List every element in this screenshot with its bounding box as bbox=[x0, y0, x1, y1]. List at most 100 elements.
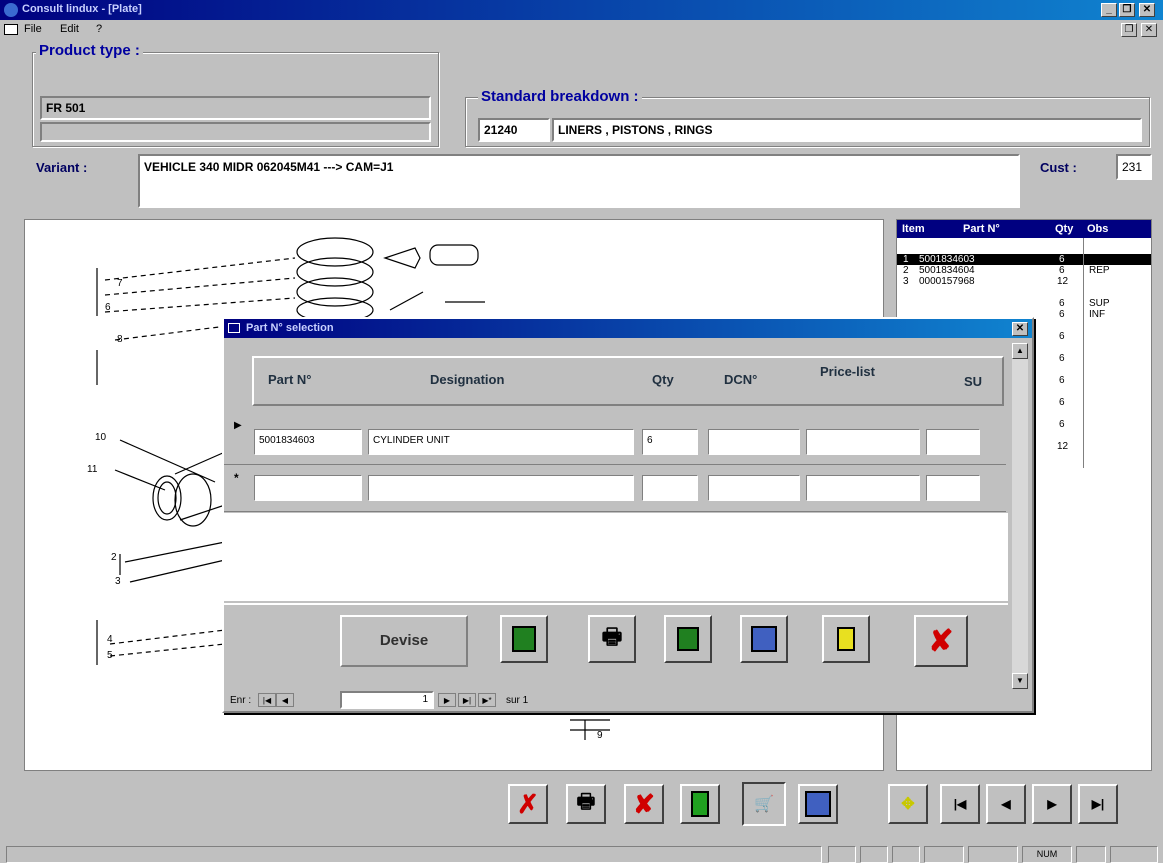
row-divider bbox=[224, 511, 1006, 512]
exit-button[interactable] bbox=[680, 784, 720, 824]
prev-button[interactable]: ◀ bbox=[986, 784, 1026, 824]
parts-header-obs[interactable]: Obs bbox=[1087, 220, 1108, 238]
transfer-button[interactable] bbox=[740, 615, 788, 663]
status-cell-7 bbox=[1076, 846, 1106, 863]
new-row-price[interactable] bbox=[806, 475, 920, 501]
cart-button[interactable]: 🛒 bbox=[742, 782, 786, 826]
current-row-indicator: ▶ bbox=[234, 420, 242, 431]
printer-icon: 🖶 bbox=[601, 624, 623, 649]
cancel-button[interactable]: ✘ bbox=[914, 615, 968, 667]
callout-9: 9 bbox=[597, 730, 603, 741]
row1-price[interactable] bbox=[806, 429, 920, 455]
app-icon[interactable] bbox=[4, 3, 18, 17]
status-cell-5 bbox=[968, 846, 1018, 863]
cancel-plate-button[interactable]: ✘ bbox=[624, 784, 664, 824]
restore-button[interactable]: ❐ bbox=[1119, 3, 1135, 17]
cross-icon: ✗ bbox=[517, 788, 539, 819]
nav-record-field[interactable]: 1 bbox=[340, 691, 434, 709]
devise-button[interactable]: Devise bbox=[340, 615, 468, 667]
zoom-button[interactable]: ✥ bbox=[888, 784, 928, 824]
nav-first-button[interactable]: |◀ bbox=[258, 693, 276, 707]
last-button[interactable]: ▶| bbox=[1078, 784, 1118, 824]
status-main bbox=[6, 846, 822, 863]
col-header-designation[interactable]: Designation bbox=[430, 372, 504, 387]
col-header-price[interactable]: Price-list bbox=[820, 364, 875, 379]
col-header-part[interactable]: Part N° bbox=[268, 372, 312, 387]
new-row-part[interactable] bbox=[254, 475, 362, 501]
transfer-plate-button[interactable] bbox=[798, 784, 838, 824]
parts-header-qty[interactable]: Qty bbox=[1055, 220, 1073, 238]
mdi-icon[interactable] bbox=[4, 24, 18, 35]
cust-field: 231 bbox=[1116, 154, 1152, 180]
child-close-button[interactable]: ✕ bbox=[1141, 23, 1157, 37]
row1-qty[interactable]: 6 bbox=[642, 429, 698, 455]
variant-label: Variant : bbox=[36, 160, 88, 175]
col-header-su[interactable]: SU bbox=[964, 374, 982, 389]
parts-list-header: Item Part N° Qty Obs bbox=[897, 220, 1151, 238]
trash-icon bbox=[837, 627, 855, 651]
first-button[interactable]: |◀ bbox=[940, 784, 980, 824]
row1-dcn[interactable] bbox=[708, 429, 800, 455]
dialog-title-bar: Part N° selection ✕ bbox=[224, 319, 1032, 338]
save-button[interactable] bbox=[500, 615, 548, 663]
last-icon: ▶| bbox=[1091, 797, 1105, 811]
status-cell-3 bbox=[892, 846, 920, 863]
dialog-vertical-scrollbar[interactable]: ▲ ▼ bbox=[1012, 343, 1028, 689]
prev-icon: ◀ bbox=[1001, 797, 1011, 811]
exit-door-icon bbox=[691, 791, 709, 817]
row1-su[interactable] bbox=[926, 429, 980, 455]
menu-file[interactable]: File bbox=[24, 23, 42, 35]
status-num: NUM bbox=[1022, 846, 1072, 863]
child-restore-button[interactable]: ❐ bbox=[1121, 23, 1137, 37]
row-divider bbox=[224, 464, 1006, 465]
new-row-dcn[interactable] bbox=[708, 475, 800, 501]
status-cell-2 bbox=[860, 846, 888, 863]
callout-8: 8 bbox=[117, 334, 123, 345]
callout-11: 11 bbox=[87, 464, 98, 475]
product-type-label: Product type : bbox=[36, 42, 143, 59]
clear-button[interactable]: ✗ bbox=[508, 784, 548, 824]
callout-4: 4 bbox=[107, 634, 113, 645]
delete-button[interactable] bbox=[822, 615, 870, 663]
standard-breakdown-label: Standard breakdown : bbox=[478, 88, 642, 105]
red-x-icon: ✘ bbox=[633, 788, 655, 819]
scroll-up-button[interactable]: ▲ bbox=[1012, 343, 1028, 359]
parts-header-part[interactable]: Part N° bbox=[963, 220, 1000, 238]
print-button[interactable]: 🖶 bbox=[588, 615, 636, 663]
nav-last-button[interactable]: ▶| bbox=[458, 693, 476, 707]
scroll-down-button[interactable]: ▼ bbox=[1012, 673, 1028, 689]
close-button[interactable]: ✕ bbox=[1139, 3, 1155, 17]
menu-help[interactable]: ? bbox=[96, 23, 102, 35]
new-row-su[interactable] bbox=[926, 475, 980, 501]
minimize-button[interactable]: _ bbox=[1101, 3, 1117, 17]
menu-edit[interactable]: Edit bbox=[60, 23, 79, 35]
next-button[interactable]: ▶ bbox=[1032, 784, 1072, 824]
red-x-icon: ✘ bbox=[928, 624, 954, 658]
dialog-close-button[interactable]: ✕ bbox=[1012, 322, 1028, 336]
callout-10: 10 bbox=[95, 432, 107, 443]
transfer-icon bbox=[805, 791, 831, 817]
nav-new-button[interactable]: ▶* bbox=[478, 693, 496, 707]
new-row-designation[interactable] bbox=[368, 475, 634, 501]
dialog-grid-header: Part N° Designation Qty DCN° Price-list … bbox=[252, 356, 1004, 406]
breakdown-description-field: LINERS , PISTONS , RINGS bbox=[552, 118, 1142, 142]
list-item[interactable]: 1 5001834603 6 bbox=[897, 254, 1151, 265]
save-as-button[interactable] bbox=[664, 615, 712, 663]
printer-icon: 🖶 bbox=[576, 791, 596, 813]
parts-header-item[interactable]: Item bbox=[902, 220, 925, 238]
col-header-dcn[interactable]: DCN° bbox=[724, 372, 757, 387]
callout-3: 3 bbox=[115, 576, 121, 587]
new-row-indicator: * bbox=[234, 471, 239, 485]
dialog-title: Part N° selection bbox=[246, 322, 334, 334]
col-header-qty[interactable]: Qty bbox=[652, 372, 674, 387]
callout-6: 6 bbox=[105, 302, 111, 313]
row1-part[interactable]: 5001834603 bbox=[254, 429, 362, 455]
new-row-qty[interactable] bbox=[642, 475, 698, 501]
nav-next-button[interactable]: ▶ bbox=[438, 693, 456, 707]
next-icon: ▶ bbox=[1047, 797, 1057, 811]
print-plate-button[interactable]: 🖶 bbox=[566, 784, 606, 824]
row1-designation[interactable]: CYLINDER UNIT bbox=[368, 429, 634, 455]
nav-prefix: Enr : bbox=[230, 695, 252, 706]
nav-prev-button[interactable]: ◀ bbox=[276, 693, 294, 707]
menu-bar: File Edit ? ❐ ✕ bbox=[0, 20, 1163, 40]
